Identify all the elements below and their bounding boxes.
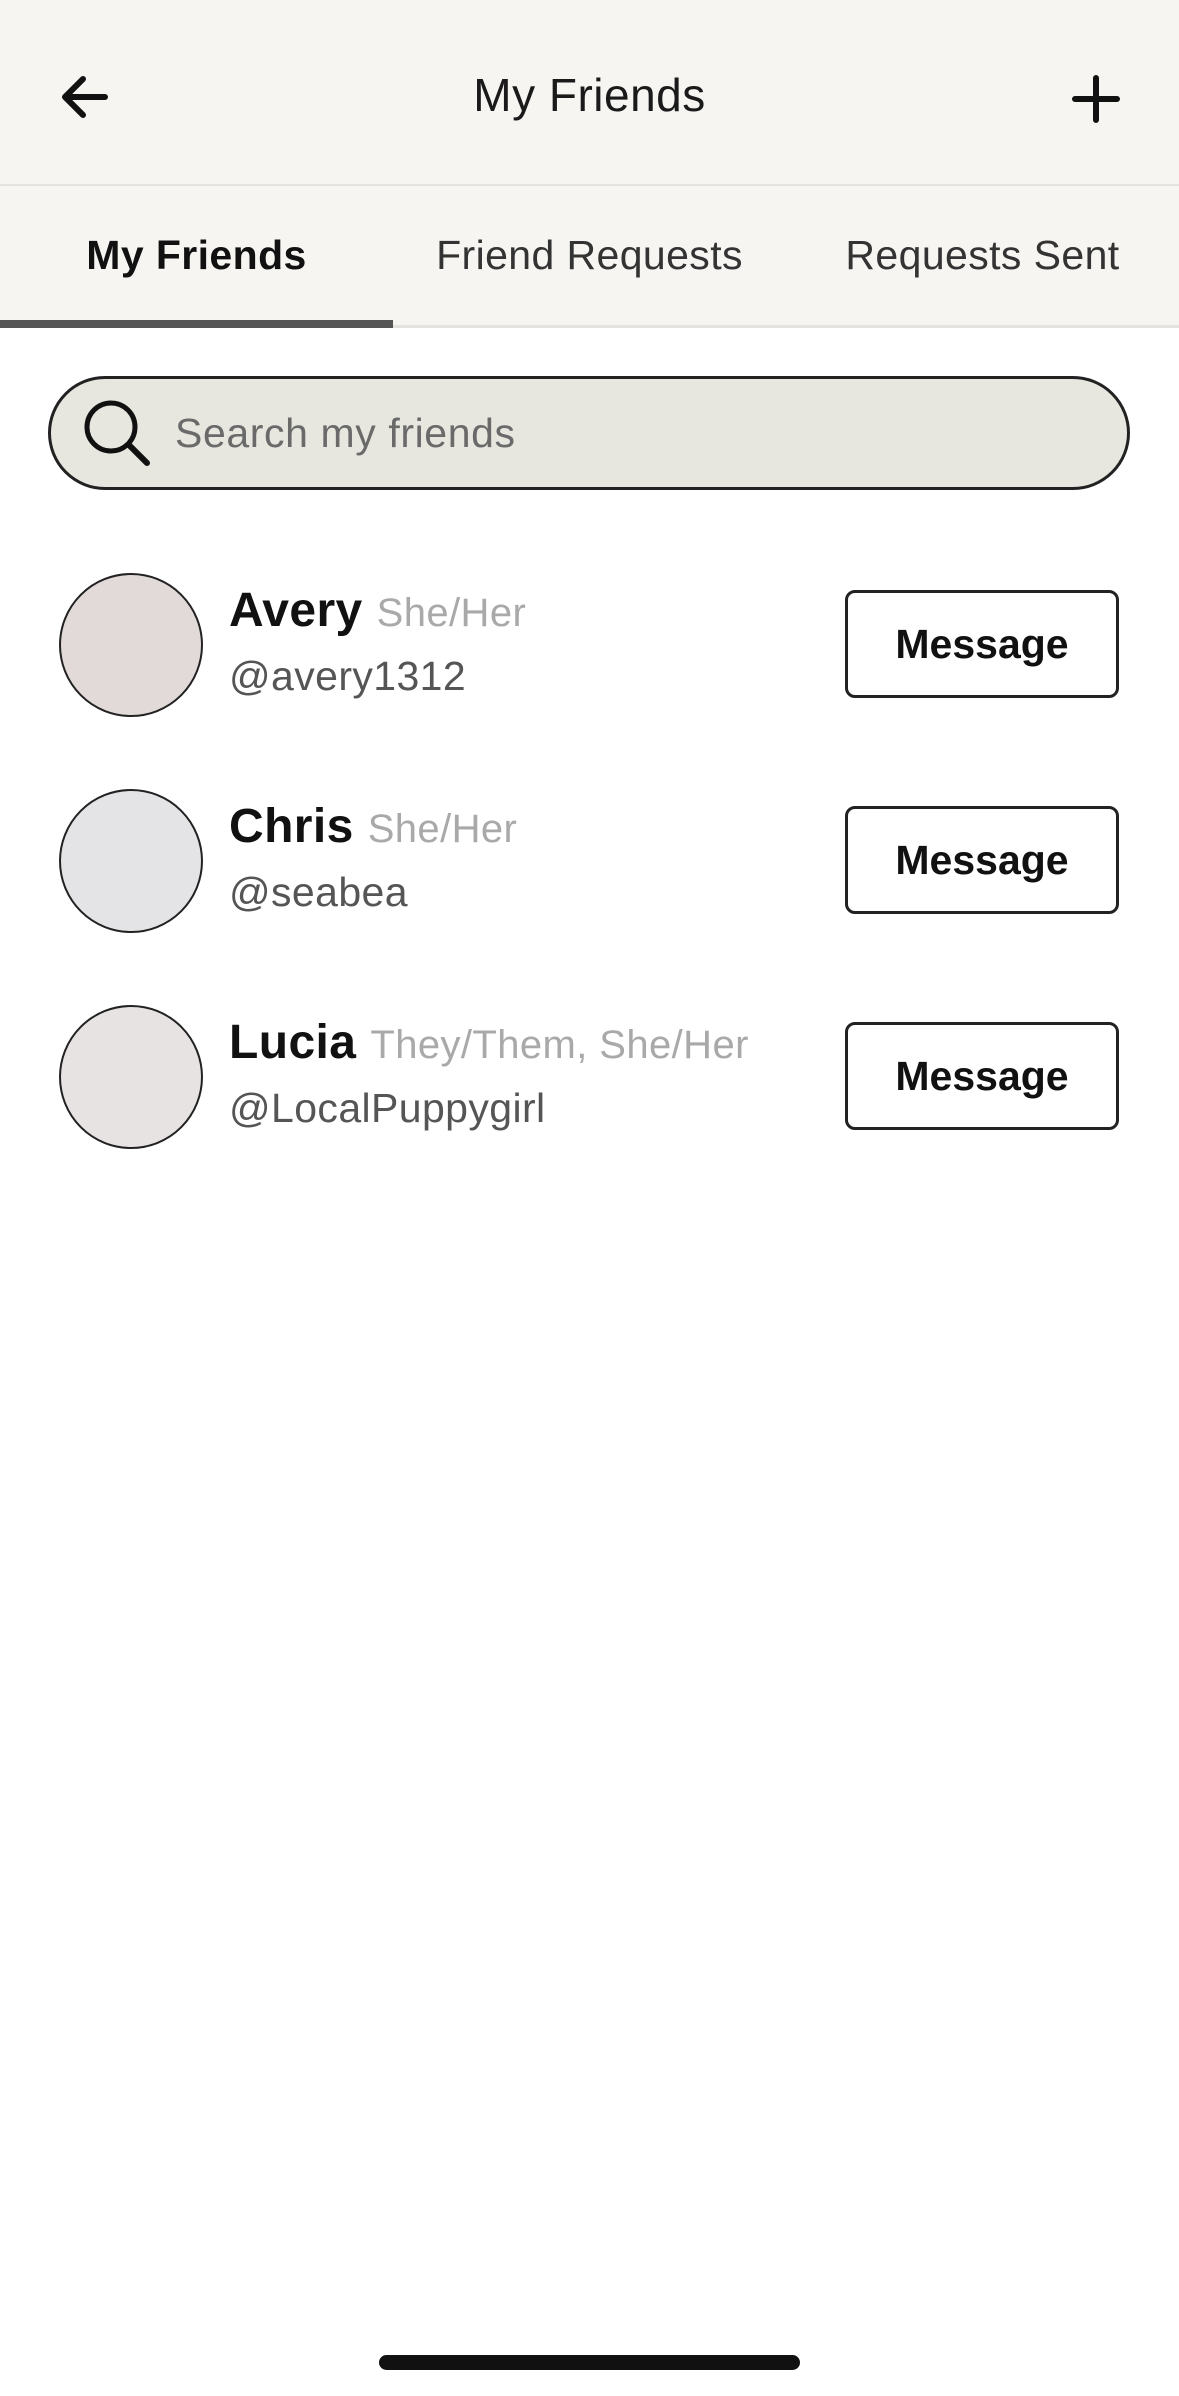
friend-row: Avery She/Her @avery1312 Message <box>0 573 1179 723</box>
tab-my-friends[interactable]: My Friends <box>0 186 393 328</box>
friend-name: Lucia <box>229 1016 357 1069</box>
top-app-bar: My Friends <box>0 0 1179 186</box>
page-title: My Friends <box>473 69 706 121</box>
friend-pronouns: They/Them, She/Her <box>370 1023 749 1067</box>
friend-handle: @avery1312 <box>229 653 467 699</box>
friend-row: Chris She/Her @seabea Message <box>0 789 1179 939</box>
home-indicator[interactable] <box>379 2355 800 2370</box>
friend-handle: @seabea <box>229 869 408 915</box>
friend-name-line: Lucia They/Them, She/Her <box>229 1015 749 1070</box>
tab-friend-requests[interactable]: Friend Requests <box>393 186 786 325</box>
search-icon <box>84 400 150 466</box>
friend-handle: @LocalPuppygirl <box>229 1085 546 1131</box>
message-button[interactable]: Message <box>845 590 1119 698</box>
tab-requests-sent[interactable]: Requests Sent <box>786 186 1179 325</box>
friend-pronouns: She/Her <box>376 591 527 635</box>
friend-name: Chris <box>229 800 354 853</box>
friends-tab-bar: My Friends Friend Requests Requests Sent <box>0 186 1179 328</box>
avatar[interactable] <box>59 789 203 933</box>
friend-pronouns: She/Her <box>367 807 518 851</box>
friend-row: Lucia They/Them, She/Her @LocalPuppygirl … <box>0 1005 1179 1155</box>
search-bar[interactable] <box>48 376 1130 490</box>
avatar[interactable] <box>59 1005 203 1149</box>
avatar[interactable] <box>59 573 203 717</box>
friend-name-line: Chris She/Her <box>229 799 517 854</box>
message-button[interactable]: Message <box>845 806 1119 914</box>
friend-name-line: Avery She/Her <box>229 583 526 638</box>
friend-name: Avery <box>229 584 363 637</box>
add-friend-button[interactable] <box>1061 64 1131 134</box>
plus-icon <box>1072 75 1120 123</box>
search-input[interactable] <box>173 408 1057 458</box>
message-button[interactable]: Message <box>845 1022 1119 1130</box>
